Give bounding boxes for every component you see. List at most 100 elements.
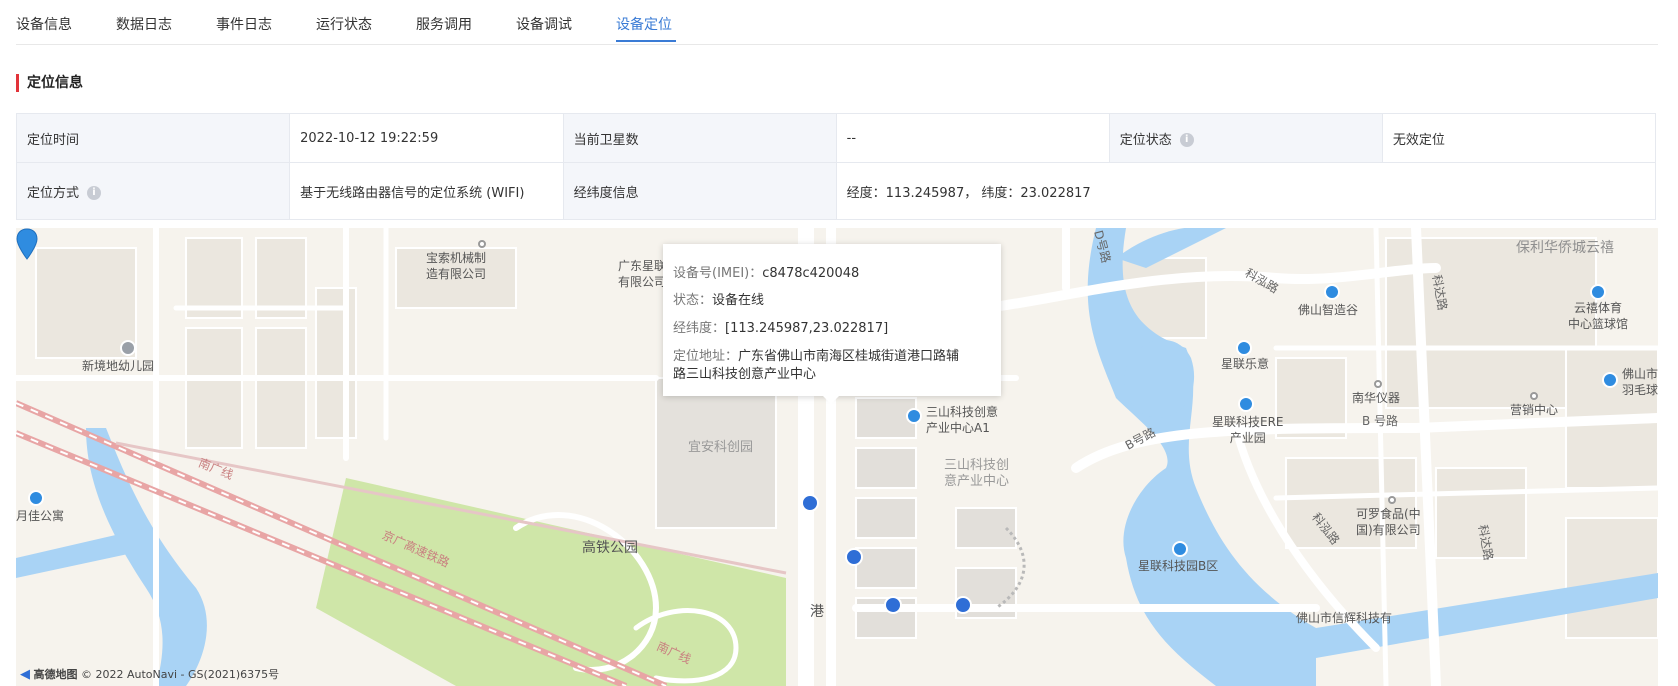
tab-device-debug[interactable]: 设备调试 (516, 14, 572, 34)
popup-state-label: 状态： (673, 293, 713, 308)
popup-address-value-1: 广东省佛山市南海区桂城街道港口路辅 (738, 349, 960, 364)
table-row: 定位方式 i 基于无线路由器信号的定位系统 (WIFI) 经纬度信息 经度：113… (15, 162, 1657, 220)
bus-stop-icon[interactable] (845, 548, 863, 566)
poi-dot-icon (1388, 496, 1396, 504)
popup-imei-label: 设备号(IMEI)： (673, 266, 763, 281)
amap-brand: 高德地图 (33, 668, 78, 681)
poi-label: 宝索机械制 (426, 251, 487, 265)
bus-stop-icon[interactable] (884, 596, 902, 614)
poi-baosuo[interactable]: 宝索机械制造有限公司 (426, 250, 486, 282)
poi-label: 国)有限公司 (1356, 523, 1421, 537)
poi-label: 中心篮球馆 (1568, 317, 1629, 331)
poi-label: 广东星联 (618, 259, 667, 273)
map-attribution: ◀ 高德地图 © 2022 AutoNavi - GS(2021)6375号 (20, 666, 279, 682)
tab-device-location[interactable]: 设备定位 (616, 14, 672, 34)
poi-foshan-zhizaogu[interactable]: 佛山智造谷 (1298, 302, 1358, 318)
active-tab-indicator (616, 40, 676, 42)
poi-label: 造有限公司 (426, 267, 487, 281)
popup-coord-row: 经纬度：[113.245987,23.022817] (673, 320, 991, 338)
location-time-value: 2022-10-12 19:22:59 (289, 113, 564, 163)
tab-run-status[interactable]: 运行状态 (316, 14, 372, 34)
poi-label: 产业中心A1 (926, 421, 990, 435)
bus-stop-icon[interactable] (954, 596, 972, 614)
poi-xinhui-tech[interactable]: 佛山市信辉科技有 (1296, 610, 1392, 626)
section-title: 定位信息 (16, 74, 83, 92)
location-method-value: 基于无线路由器信号的定位系统 (WIFI) (289, 162, 564, 220)
map-copyright: © 2022 AutoNavi - GS(2021)6375号 (81, 668, 280, 681)
device-info-popup: 设备号(IMEI)：c8478c420048 状态：设备在线 经纬度：[113.… (663, 244, 1001, 404)
poi-xinglian-ere[interactable]: 星联科技ERE 产业园 (1212, 414, 1284, 446)
poi-high-speed-rail-park[interactable]: 高铁公园 (582, 540, 638, 556)
tab-device-info[interactable]: 设备信息 (16, 14, 72, 34)
popup-imei-value: c8478c420048 (762, 266, 860, 281)
satellite-count-label: 当前卫星数 (562, 113, 837, 163)
location-status-value: 无效定位 (1381, 113, 1657, 163)
road-label: B 号路 (1362, 414, 1399, 428)
building-icon (1238, 396, 1254, 412)
poi-label: 可罗食品(中 (1356, 507, 1421, 521)
poi-label: 三山科技创意 (926, 405, 999, 419)
badminton-icon (1602, 372, 1618, 388)
poi-label: 有限公司 (618, 275, 667, 289)
poi-label: 羽毛球馆 (1622, 383, 1658, 397)
poi-dot-icon (1530, 392, 1538, 400)
school-icon (120, 340, 136, 356)
poi-nanhua[interactable]: 南华仪器 (1352, 390, 1400, 406)
poi-sanshan-a1[interactable]: 三山科技创意 产业中心A1 (926, 404, 998, 436)
location-info-table: 定位时间 2022-10-12 19:22:59 当前卫星数 -- 定位状态 i … (15, 113, 1657, 220)
location-status-label: 定位状态 i (1108, 113, 1383, 163)
popup-address-label: 定位地址： (673, 349, 739, 364)
poi-label: 云禧体育 (1574, 301, 1623, 315)
poi-label: 意产业中心 (944, 474, 1010, 489)
poi-dot-icon (478, 240, 486, 248)
lnglat-label: 经纬度信息 (562, 162, 837, 220)
info-icon[interactable]: i (87, 186, 102, 200)
tab-data-log[interactable]: 数据日志 (116, 14, 172, 34)
poi-xinglian-b[interactable]: 星联科技园B区 (1138, 558, 1218, 574)
poi-label: 产业园 (1229, 431, 1266, 445)
basketball-icon (1590, 284, 1606, 300)
amap-logo-icon: ◀ (20, 667, 30, 682)
popup-address-value-2: 路三山科技创意产业中心 (673, 367, 817, 382)
popup-address-row: 定位地址：广东省佛山市南海区桂城街道港口路辅路三山科技创意产业中心 (673, 348, 991, 384)
bus-stop-icon[interactable] (801, 494, 819, 512)
tab-event-log[interactable]: 事件日志 (216, 14, 272, 34)
poi-dot-icon (1374, 380, 1382, 388)
tab-service-call[interactable]: 服务调用 (416, 14, 472, 34)
building-icon (1236, 340, 1252, 356)
popup-coord-value: [113.245987,23.022817] (725, 321, 889, 336)
satellite-count-value: -- (835, 113, 1110, 163)
building-icon (1324, 284, 1340, 300)
popup-state-row: 状态：设备在线 (673, 292, 991, 310)
poi-yunxi-sports[interactable]: 云禧体育 中心篮球馆 (1568, 300, 1628, 332)
building-icon (28, 490, 44, 506)
location-method-label: 定位方式 i (15, 162, 291, 220)
poi-xinglian-leyi[interactable]: 星联乐意 (1221, 356, 1269, 372)
poi-label: 佛山市林 (1622, 367, 1658, 381)
poi-yuejia[interactable]: 月佳公寓 (16, 508, 64, 524)
poi-xinjingdi-kindergarten[interactable]: 新境地幼儿园 (82, 358, 154, 374)
poi-keluo-food[interactable]: 可罗食品(中 国)有限公司 (1356, 506, 1421, 538)
popup-caret (823, 396, 839, 404)
location-map[interactable]: 宝索机械制造有限公司 广东星联有限公司 新境地幼儿园 佛山智造谷 保利华侨城云禧… (16, 228, 1658, 686)
building-icon (906, 408, 922, 424)
lnglat-value: 经度：113.245987， 纬度：23.022817 (835, 162, 1657, 220)
poi-label: 星联科技ERE (1212, 415, 1284, 429)
location-time-label: 定位时间 (15, 113, 291, 163)
popup-state-value: 设备在线 (712, 293, 765, 308)
building-icon (1172, 541, 1188, 557)
location-method-label-text: 定位方式 (27, 185, 80, 201)
poi-sales-center[interactable]: 营销中心 (1510, 402, 1558, 418)
poi-badminton-hall[interactable]: 佛山市林羽毛球馆 (1622, 366, 1658, 398)
location-marker-icon[interactable] (16, 228, 38, 260)
poi-yian-park[interactable]: 宜安科创园 (688, 440, 753, 456)
poi-sanshan-center[interactable]: 三山科技创 意产业中心 (944, 458, 1009, 490)
poi-baoli-yunxi[interactable]: 保利华侨城云禧 (1516, 240, 1614, 256)
poi-label: 三山科技创 (944, 458, 1010, 473)
info-icon[interactable]: i (1179, 133, 1194, 147)
location-status-label-text: 定位状态 (1119, 132, 1172, 148)
popup-imei-row: 设备号(IMEI)：c8478c420048 (673, 265, 991, 283)
table-row: 定位时间 2022-10-12 19:22:59 当前卫星数 -- 定位状态 i … (15, 113, 1657, 163)
popup-coord-label: 经纬度： (673, 321, 726, 336)
poi-xinglian-co[interactable]: 广东星联 有限公司 (618, 258, 666, 290)
